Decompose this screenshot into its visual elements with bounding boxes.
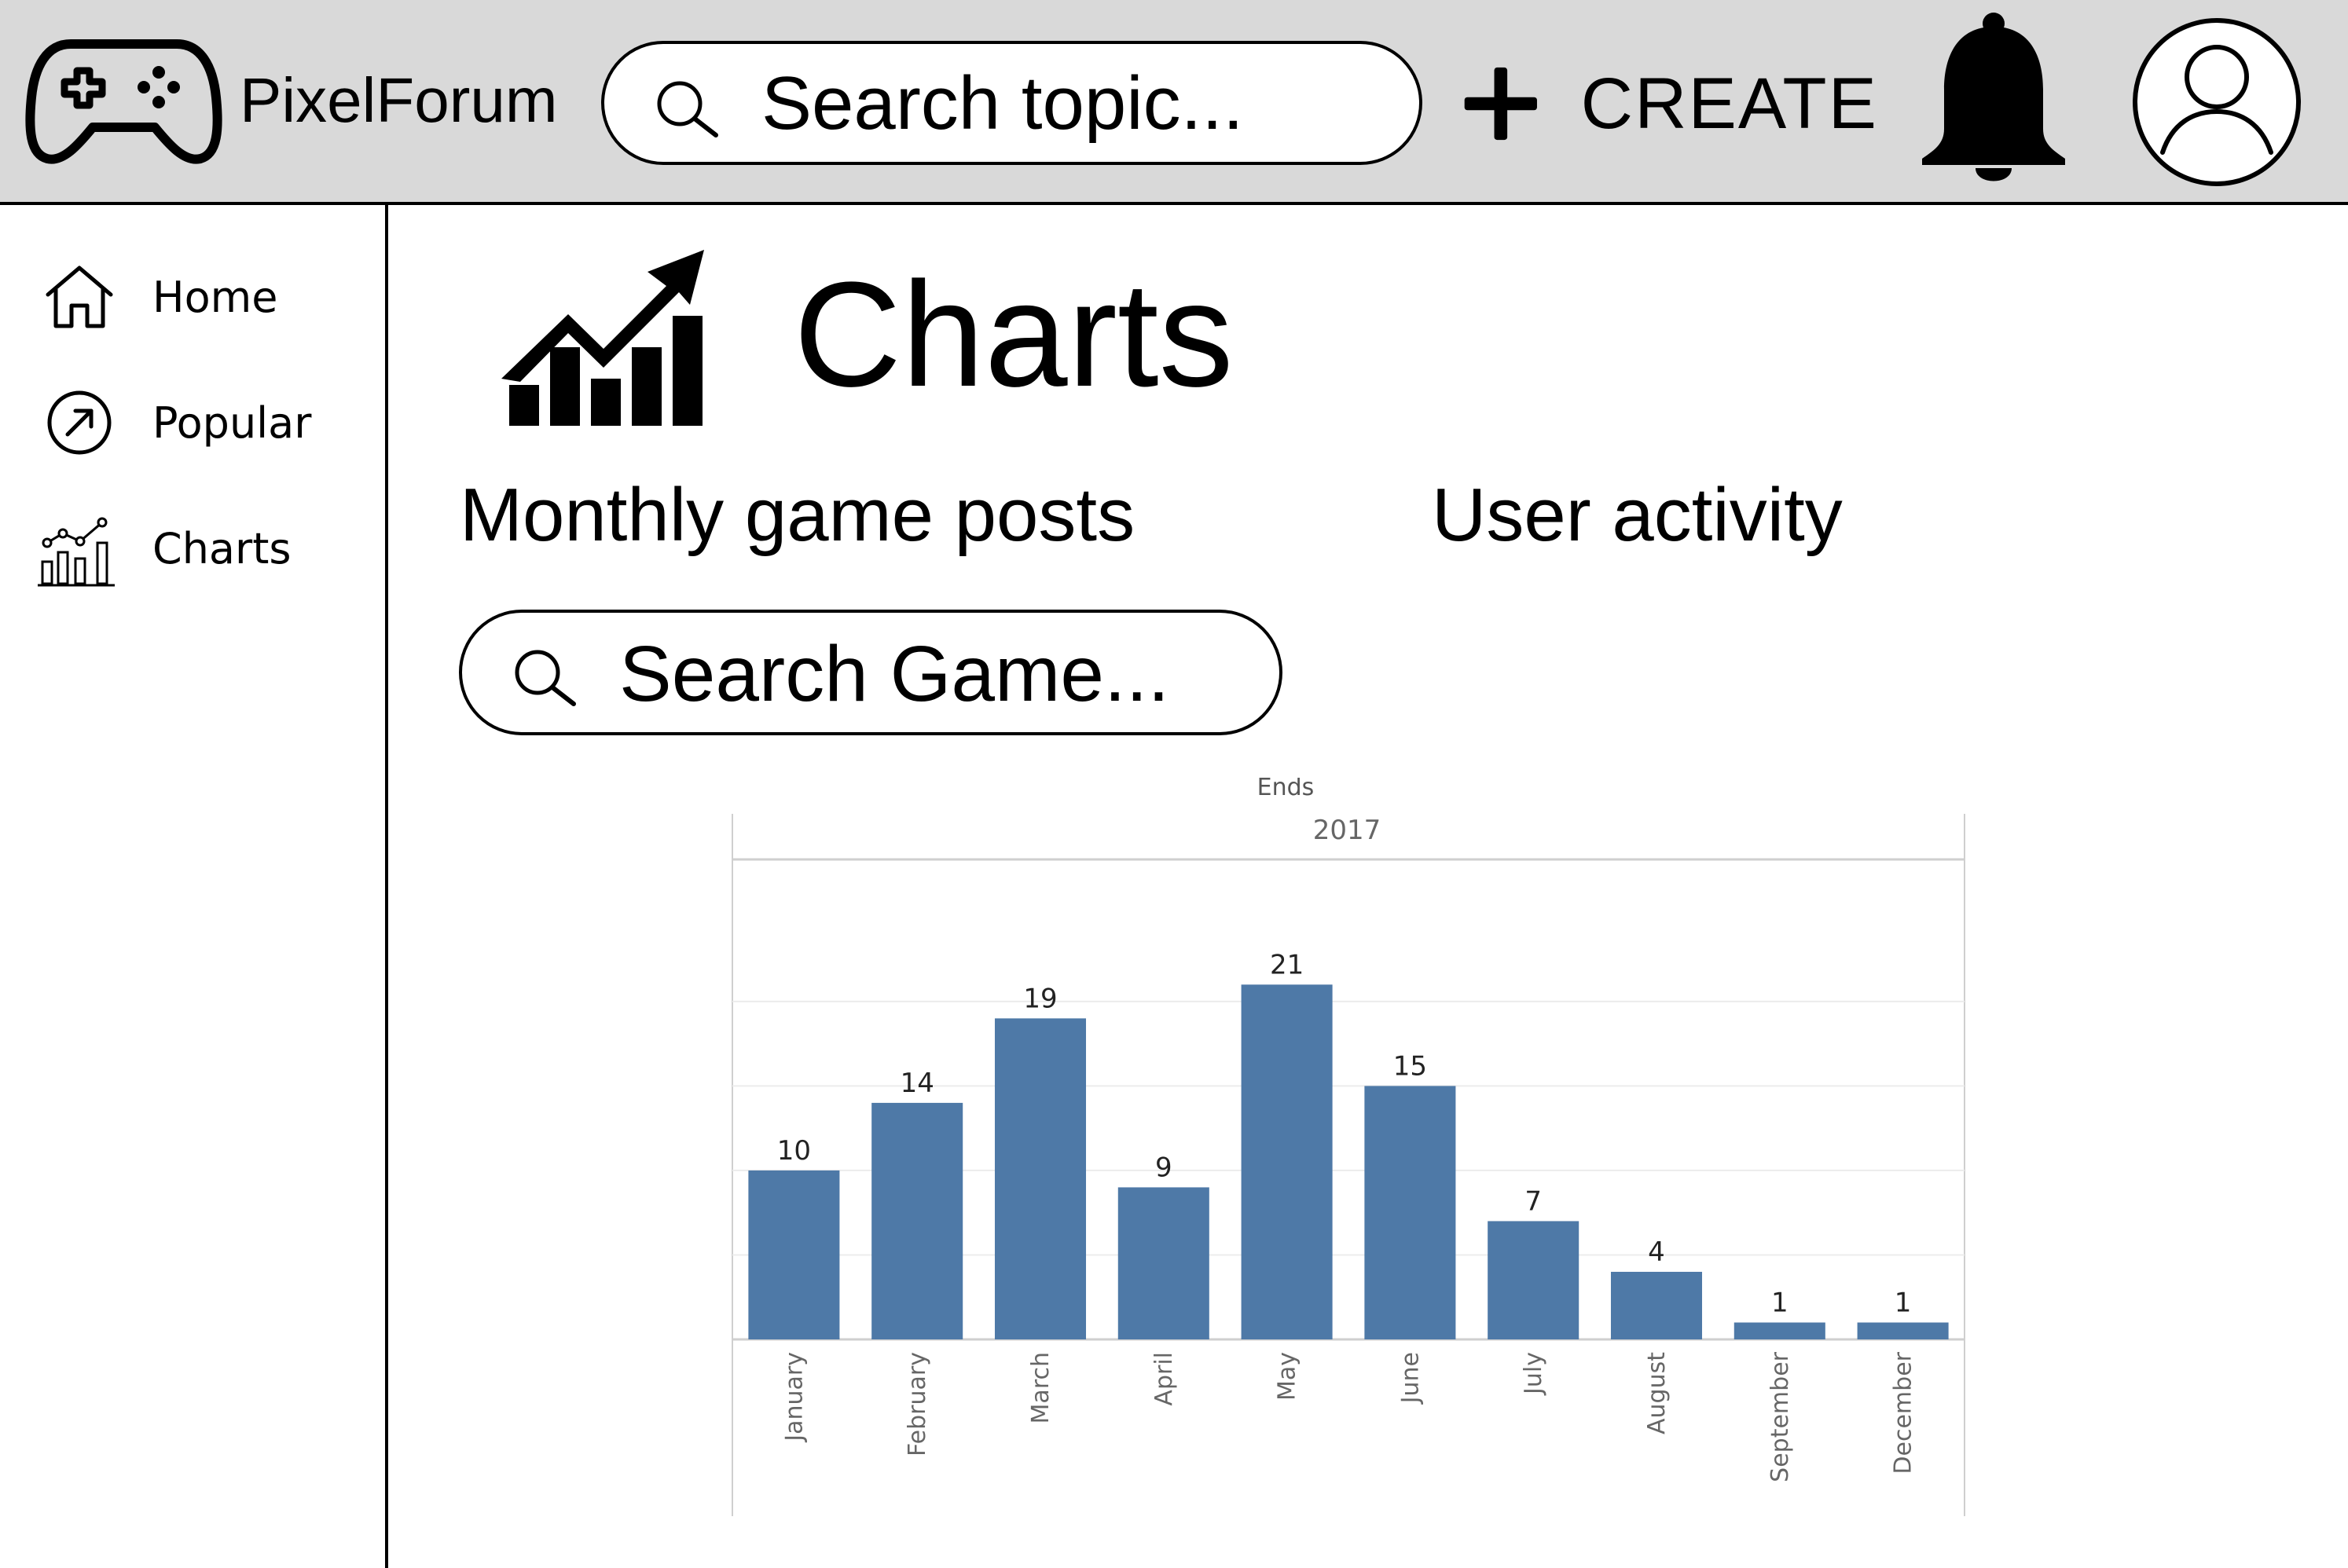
search-icon xyxy=(657,81,718,137)
chart-tick-label: May xyxy=(1274,1352,1301,1401)
chart-data-label: 9 xyxy=(1155,1152,1172,1183)
chart-tick-label: July xyxy=(1520,1352,1547,1396)
chart-bar xyxy=(1733,1322,1825,1339)
topic-search-input[interactable] xyxy=(761,64,1390,143)
chart-bar xyxy=(1117,1187,1209,1339)
sidebar-item-label: Charts xyxy=(152,523,292,573)
sidebar-item-charts[interactable]: Charts xyxy=(36,505,292,592)
chart-data-label: 1 xyxy=(1771,1287,1789,1318)
sidebar-item-label: Home xyxy=(152,272,278,322)
chart-data-label: 15 xyxy=(1393,1050,1427,1082)
home-icon xyxy=(46,266,113,328)
trending-arrow-icon xyxy=(47,390,112,455)
game-search-bar[interactable] xyxy=(459,610,1282,735)
bell-icon[interactable] xyxy=(1917,11,2071,187)
sidebar-item-label: Popular xyxy=(152,397,312,448)
chart-data-label: 19 xyxy=(1023,983,1057,1014)
sidebar-item-popular[interactable]: Popular xyxy=(36,379,311,466)
chart-icon xyxy=(38,517,115,587)
tab-monthly-game-posts[interactable]: Monthly game posts xyxy=(460,468,1135,562)
user-icon[interactable] xyxy=(2133,14,2301,190)
chart-bar xyxy=(1241,984,1333,1339)
chart-bar xyxy=(1610,1271,1703,1339)
chart-bar xyxy=(748,1170,840,1339)
chart-data-label: 7 xyxy=(1524,1185,1542,1217)
chart-data-label: 21 xyxy=(1270,949,1304,980)
chart-tick-label: June xyxy=(1396,1352,1424,1405)
create-button[interactable]: CREATE xyxy=(1462,49,1878,159)
chart-data-label: 14 xyxy=(901,1068,934,1099)
topic-search-bar[interactable] xyxy=(601,41,1422,165)
chart-subtitle: 2017 xyxy=(1313,815,1381,846)
tab-user-activity[interactable]: User activity xyxy=(1432,468,1843,562)
top-bar: PixelForum CREATE xyxy=(0,0,2348,205)
gamepad-icon[interactable] xyxy=(24,35,224,168)
sidebar-item-home[interactable]: Home xyxy=(36,254,277,340)
chart-bar xyxy=(994,1018,1087,1339)
chart-bar xyxy=(1857,1322,1949,1339)
chart-bar xyxy=(1488,1221,1579,1339)
page-title: Charts xyxy=(794,251,1234,418)
chart-data-label: 1 xyxy=(1895,1287,1912,1318)
chart-data-label: 10 xyxy=(777,1135,811,1167)
bar-chart: Ends201710January14February19March9April… xyxy=(732,778,1965,1516)
chart-tick-label: February xyxy=(904,1352,931,1456)
monthly-posts-chart: Ends 2017 10 January 14 February 19 March 9 April… xyxy=(707,778,1980,1532)
chart-title: Ends xyxy=(1257,778,1315,801)
brand-name[interactable]: PixelForum xyxy=(240,61,558,140)
chart-tick-label: April xyxy=(1150,1352,1178,1406)
chart-tick-label: March xyxy=(1027,1352,1055,1423)
chart-tick-label: December xyxy=(1890,1351,1917,1474)
chart-bar xyxy=(871,1102,963,1339)
plus-icon xyxy=(1464,67,1537,141)
chart-data-label: 4 xyxy=(1648,1236,1665,1268)
chart-tick-label: January xyxy=(780,1352,808,1443)
search-icon xyxy=(515,650,576,706)
trending-chart-icon xyxy=(501,250,704,426)
chart-tick-label: August xyxy=(1643,1352,1671,1434)
game-search-input[interactable] xyxy=(619,635,1264,713)
sidebar: Home Popular Charts xyxy=(0,205,388,1568)
create-label: CREATE xyxy=(1580,63,1878,144)
chart-tick-label: September xyxy=(1767,1351,1794,1482)
chart-bar xyxy=(1364,1086,1456,1339)
